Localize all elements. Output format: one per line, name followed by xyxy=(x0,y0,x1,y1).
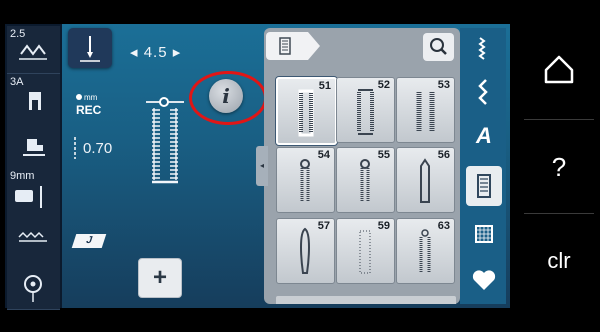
record-length-button[interactable]: mm REC xyxy=(76,90,101,116)
stitch-number: 59 xyxy=(377,220,390,232)
stitch-cell-55[interactable]: 55 xyxy=(336,147,395,213)
add-button[interactable]: + xyxy=(138,258,182,298)
next-row-peek xyxy=(276,296,456,304)
presser-foot-tool[interactable]: 3A xyxy=(7,74,60,122)
stitch-width-control[interactable]: ◂ 4.5 ▸ xyxy=(130,43,181,61)
buttonhole-category[interactable] xyxy=(466,166,502,206)
stitch-cell-59[interactable]: 59 xyxy=(336,218,395,284)
clear-button[interactable]: clr xyxy=(520,216,598,306)
stitch-cell-52[interactable]: 52 xyxy=(336,77,395,143)
bobbin-icon xyxy=(24,275,42,302)
record-unit: mm xyxy=(84,93,98,102)
stitch-number: 55 xyxy=(377,149,390,161)
record-label: REC xyxy=(76,103,102,117)
stitch-number: 54 xyxy=(317,149,330,161)
straight-stitch-category[interactable] xyxy=(466,30,502,70)
stitch-width-tool[interactable]: 2.5 xyxy=(7,26,60,74)
presser-pressure-tool[interactable] xyxy=(7,121,60,169)
straight-stitch-category-icon xyxy=(478,37,486,60)
buttonhole-category-icon xyxy=(477,174,491,198)
width-decrease-arrow[interactable]: ◂ xyxy=(130,44,139,61)
feed-dog-icon xyxy=(18,231,47,242)
buttonhole-category-icon xyxy=(279,37,291,55)
favorites-category[interactable] xyxy=(466,260,502,300)
home-button[interactable] xyxy=(520,24,598,114)
stitch-cell-54[interactable]: 54 xyxy=(276,147,335,213)
favorite-heart-icon xyxy=(472,270,496,290)
stitch-number: 52 xyxy=(377,79,390,91)
stitch-number: 57 xyxy=(317,220,330,232)
category-breadcrumb-tab[interactable] xyxy=(266,32,320,60)
stitch-width-icon xyxy=(19,44,47,60)
needle-position-button[interactable] xyxy=(68,28,112,68)
presser-foot-badge: J xyxy=(71,234,107,248)
help-button[interactable]: ? xyxy=(520,122,598,212)
stitch-cell-63[interactable]: 63 xyxy=(396,218,455,284)
stitch-number: 63 xyxy=(437,220,450,232)
stitch-length-value: 0.70 xyxy=(83,140,113,157)
stitch-cell-51[interactable]: 51 xyxy=(276,77,337,145)
stitch-number: 51 xyxy=(318,80,331,92)
tool-column: 2.5 3A 9mm xyxy=(5,24,62,310)
search-button[interactable] xyxy=(423,33,454,61)
home-icon xyxy=(544,55,574,84)
zigzag-category-icon xyxy=(478,79,488,105)
presser-pressure-icon xyxy=(23,139,45,156)
bobbin-tool[interactable] xyxy=(7,262,60,310)
stitch-number: 53 xyxy=(437,79,450,91)
stitch-cell-56[interactable]: 56 xyxy=(396,147,455,213)
zigzag-category[interactable] xyxy=(466,72,502,112)
needle-icon xyxy=(80,36,100,62)
sidebar-divider xyxy=(524,119,594,120)
needle-plate-tool[interactable]: 9mm xyxy=(7,168,60,216)
feed-dog-tool[interactable] xyxy=(7,215,60,263)
record-dot-icon xyxy=(76,94,82,100)
stitch-number: 56 xyxy=(437,149,450,161)
needle-plate-icon xyxy=(15,186,42,208)
search-icon xyxy=(430,38,447,55)
alphabet-category[interactable]: A xyxy=(466,116,502,156)
stitch-cell-53[interactable]: 53 xyxy=(396,77,455,143)
quilt-category[interactable] xyxy=(466,216,502,256)
length-icon xyxy=(74,137,76,159)
width-increase-arrow[interactable]: ▸ xyxy=(173,44,182,61)
collapse-panel-tab[interactable]: ◂ xyxy=(256,146,268,186)
info-button[interactable]: i xyxy=(209,79,243,113)
quilt-category-icon xyxy=(475,225,493,243)
stitch-cell-57[interactable]: 57 xyxy=(276,218,335,284)
buttonhole-preview xyxy=(146,97,184,184)
stitch-width-value: 4.5 xyxy=(143,44,168,61)
presser-foot-icon xyxy=(29,92,41,110)
sidebar-divider xyxy=(524,213,594,214)
